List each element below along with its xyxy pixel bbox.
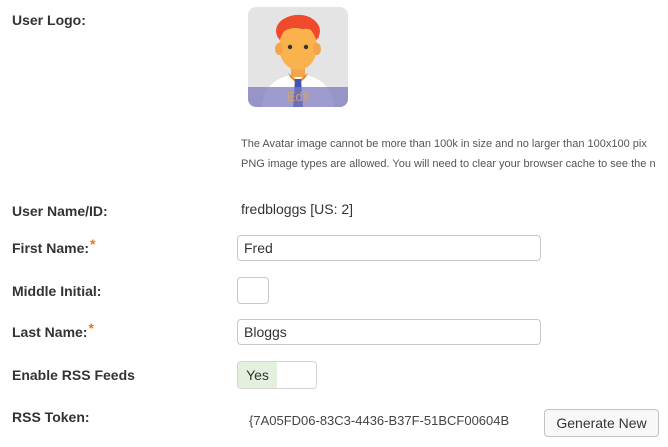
first-name-input[interactable] [237,235,541,261]
required-marker: * [90,236,96,252]
avatar-edit-button[interactable]: Edit [248,87,348,107]
avatar-help-line-1: The Avatar image cannot be more than 100… [241,138,647,150]
middle-initial-label: Middle Initial: [12,283,102,299]
user-avatar[interactable]: Edit [248,7,348,107]
last-name-input[interactable] [237,319,541,345]
rss-token-value: {7A05FD06-83C3-4436-B37F-51BCF00604B [249,413,510,428]
required-marker: * [88,320,94,336]
first-name-label: First Name:* [12,236,95,256]
first-name-label-text: First Name: [12,240,90,256]
rss-toggle-yes: Yes [238,362,277,388]
rss-feeds-toggle[interactable]: Yes [237,361,317,389]
generate-new-button[interactable]: Generate New [544,409,659,437]
rss-token-label: RSS Token: [12,409,90,425]
middle-initial-input[interactable] [237,277,269,304]
last-name-label: Last Name:* [12,320,94,340]
avatar-help-line-2: PNG image types are allowed. You will ne… [241,158,656,170]
user-logo-label: User Logo: [12,12,86,28]
username-label: User Name/ID: [12,203,108,219]
username-value: fredbloggs [US: 2] [241,201,354,217]
last-name-label-text: Last Name: [12,324,88,340]
avatar-help-text: The Avatar image cannot be more than 100… [241,134,668,174]
rss-feeds-label: Enable RSS Feeds [12,367,135,383]
